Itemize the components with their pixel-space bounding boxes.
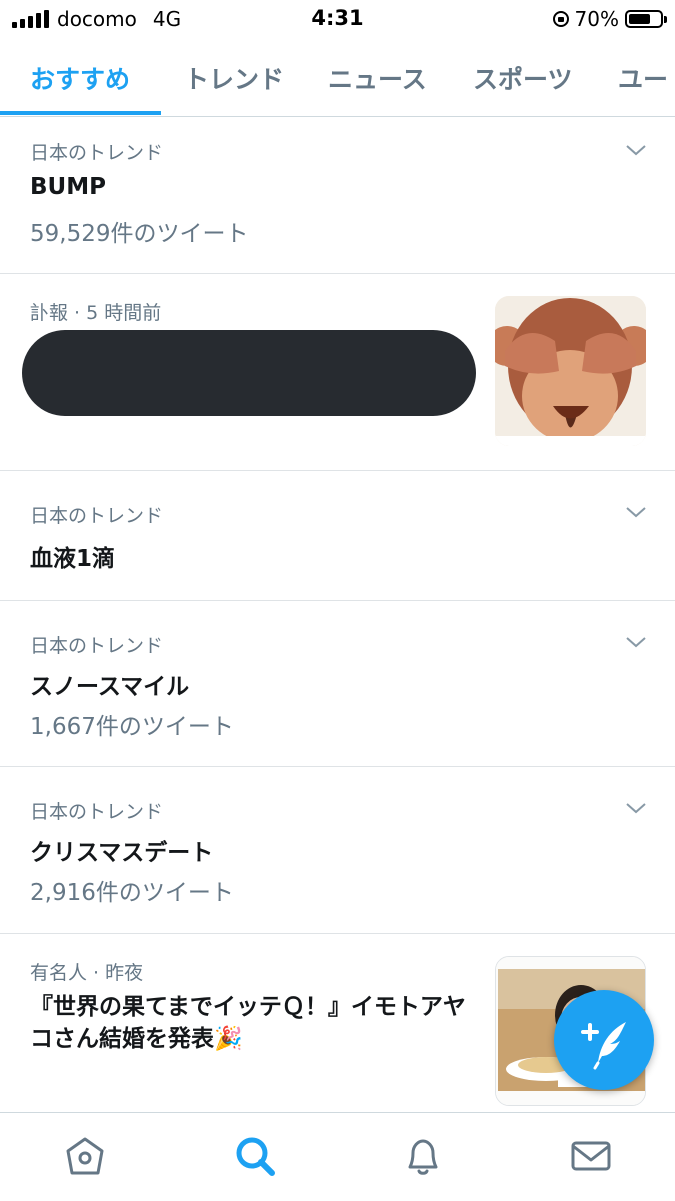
tab-sports[interactable]: スポーツ bbox=[473, 60, 573, 96]
chevron-down-icon[interactable] bbox=[625, 797, 647, 819]
mail-icon bbox=[571, 1141, 611, 1171]
trend-item[interactable]: 日本のトレンド クリスマスデート 2,916件のツイート bbox=[0, 767, 675, 934]
trend-item[interactable]: 日本のトレンド BUMP 59,529件のツイート bbox=[0, 116, 675, 274]
home-icon bbox=[66, 1137, 104, 1175]
trend-context: 日本のトレンド bbox=[30, 505, 164, 527]
tab-trends[interactable]: トレンド bbox=[184, 60, 284, 96]
search-icon bbox=[236, 1137, 275, 1176]
trend-title: スノースマイル bbox=[30, 674, 190, 700]
chevron-down-icon[interactable] bbox=[625, 631, 647, 653]
trend-title: BUMP bbox=[30, 174, 106, 200]
trend-count: 1,667件のツイート bbox=[30, 714, 234, 740]
bell-icon bbox=[408, 1139, 438, 1175]
trend-title: クリスマスデート bbox=[30, 840, 214, 866]
bottom-nav bbox=[0, 1112, 675, 1201]
status-bar: docomo 4G 4:31 70% bbox=[0, 0, 675, 38]
battery-icon bbox=[625, 10, 667, 28]
active-tab-indicator bbox=[0, 111, 161, 115]
trend-context: 日本のトレンド bbox=[30, 635, 164, 657]
tab-more[interactable]: ユー bbox=[618, 60, 668, 96]
trend-count: 2,916件のツイート bbox=[30, 880, 234, 906]
news-item[interactable]: 訃報 · 5 時間前 bbox=[0, 274, 675, 471]
nav-home[interactable] bbox=[60, 1131, 110, 1181]
tab-recommended[interactable]: おすすめ bbox=[30, 60, 130, 96]
trend-item[interactable]: 日本のトレンド スノースマイル 1,667件のツイート bbox=[0, 601, 675, 767]
nav-notifications[interactable] bbox=[398, 1131, 448, 1181]
trend-item[interactable]: 日本のトレンド 血液1滴 bbox=[0, 471, 675, 601]
chevron-down-icon[interactable] bbox=[625, 139, 647, 161]
news-meta: 有名人 · 昨夜 bbox=[30, 962, 144, 984]
trend-context: 日本のトレンド bbox=[30, 801, 164, 823]
trend-title: 血液1滴 bbox=[30, 546, 116, 572]
news-thumbnail bbox=[495, 296, 646, 446]
compose-tweet-icon bbox=[581, 1022, 626, 1070]
trend-count: 59,529件のツイート bbox=[30, 221, 249, 247]
news-meta: 訃報 · 5 時間前 bbox=[30, 302, 162, 324]
tab-news[interactable]: ニュース bbox=[328, 60, 427, 96]
chevron-down-icon[interactable] bbox=[625, 501, 647, 523]
nav-messages[interactable] bbox=[566, 1131, 616, 1181]
compose-tweet-button[interactable] bbox=[554, 990, 654, 1090]
rotation-lock-icon bbox=[552, 11, 569, 27]
nav-search[interactable] bbox=[230, 1131, 280, 1181]
explore-tabs: おすすめ トレンド ニュース スポーツ ユー bbox=[0, 38, 675, 117]
news-headline: 『世界の果てまでイッテＱ！』イモトアヤコさん結婚を発表🎉 bbox=[30, 994, 466, 1052]
status-right: 70% bbox=[552, 7, 667, 31]
battery-percent: 70% bbox=[574, 7, 619, 31]
trend-context: 日本のトレンド bbox=[30, 142, 164, 164]
redacted-headline bbox=[22, 330, 476, 416]
monkey-emoji-icon bbox=[495, 296, 646, 446]
